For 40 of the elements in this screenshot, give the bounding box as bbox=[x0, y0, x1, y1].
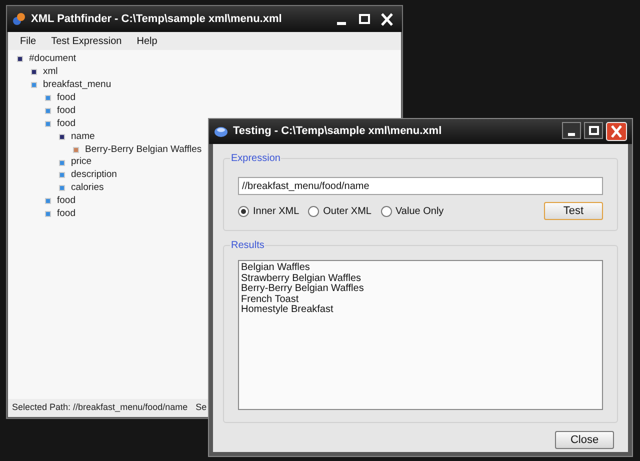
tree-item[interactable]: description bbox=[71, 168, 117, 183]
app-icon bbox=[12, 12, 26, 26]
radio-label[interactable]: Inner XML bbox=[253, 204, 300, 218]
test-button[interactable]: Test bbox=[544, 202, 603, 220]
tree-item[interactable]: food bbox=[57, 194, 76, 208]
menu-item[interactable]: Help bbox=[136, 34, 158, 48]
tree-item[interactable]: Berry-Berry Belgian Waffles bbox=[85, 142, 202, 157]
tree-item[interactable]: xml bbox=[43, 65, 58, 80]
radio-button[interactable] bbox=[308, 206, 320, 216]
status-text: Selected Path: //breakfast_menu/food/name bbox=[12, 401, 188, 414]
result-line: French Toast bbox=[241, 294, 300, 304]
radio-button[interactable] bbox=[238, 206, 249, 216]
tree-item[interactable]: calories bbox=[71, 181, 104, 196]
tree-item[interactable]: price bbox=[71, 155, 92, 170]
radio-label[interactable]: Outer XML bbox=[323, 204, 372, 218]
result-line: Belgian Waffles bbox=[241, 263, 311, 274]
group-label: Expression bbox=[230, 151, 282, 166]
result-line: Berry-Berry Belgian Waffles bbox=[241, 284, 365, 294]
menu-item[interactable]: Test Expression bbox=[51, 34, 122, 48]
status-text: Se bbox=[196, 401, 207, 414]
tree-item[interactable]: food bbox=[57, 91, 76, 106]
radio-label[interactable]: Value Only bbox=[396, 204, 444, 218]
tree-item[interactable]: food bbox=[57, 116, 76, 132]
menu-item[interactable]: File bbox=[20, 34, 36, 48]
radio-button[interactable] bbox=[380, 206, 392, 216]
minimize-button[interactable] bbox=[562, 122, 581, 139]
tree-item[interactable]: food bbox=[57, 104, 76, 118]
maximize-button[interactable] bbox=[584, 122, 603, 139]
close-button[interactable]: Close bbox=[555, 431, 614, 449]
tree-item[interactable]: name bbox=[71, 130, 95, 144]
result-line: Strawberry Belgian Waffles bbox=[241, 274, 362, 284]
results-box[interactable]: Belgian Waffles Strawberry Belgian Waffles Berry-Berry Belgian Waffles French Toast Homestyle Breakfast bbox=[238, 260, 603, 410]
app-icon bbox=[214, 126, 228, 138]
expression-field[interactable]: //breakfast_menu/food/name bbox=[238, 177, 603, 195]
window-title: Testing - C:\Temp\sample xml\menu.xml bbox=[233, 124, 442, 140]
tree-item[interactable]: #document bbox=[29, 52, 76, 67]
result-line: Homestyle Breakfast bbox=[241, 305, 334, 316]
window-title: XML Pathfinder - C:\Temp\sample xml\menu.xml bbox=[31, 12, 282, 27]
tree-item[interactable]: food bbox=[57, 207, 76, 222]
tree-item[interactable]: breakfast_menu bbox=[43, 78, 112, 92]
